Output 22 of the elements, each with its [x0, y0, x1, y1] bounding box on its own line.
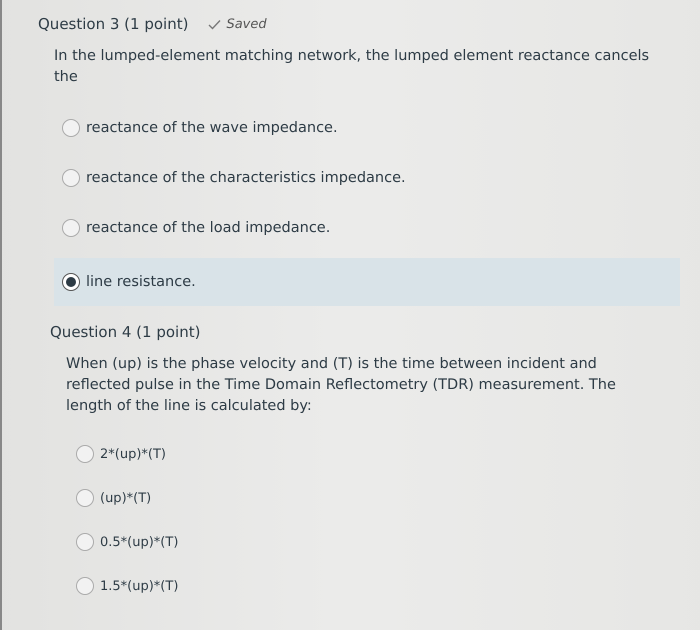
option-label[interactable]: reactance of the load impedance. [86, 220, 330, 236]
radio-button[interactable] [76, 445, 94, 463]
question-text: In the lumped-element matching network, the lumped element reactance cancels the [54, 47, 650, 87]
option-label[interactable]: 2*(up)*(T) [100, 446, 166, 462]
question-title: Question 4 (1 point) [50, 323, 200, 341]
question-title: Question 3 (1 point) [38, 15, 188, 33]
radio-button[interactable] [62, 219, 80, 237]
radio-button[interactable] [76, 577, 94, 595]
question-text: When (up) is the phase velocity and (T) is the time between incident and reflected pulse in the Time Domain Reflectometry (TDR) measurement. The length of the line is calculated by: [66, 355, 617, 416]
radio-button[interactable] [62, 169, 80, 187]
option-label[interactable]: line resistance. [86, 274, 196, 290]
radio-button[interactable] [76, 489, 94, 507]
check-icon [208, 18, 222, 30]
radio-button[interactable] [62, 119, 80, 137]
option-label[interactable]: reactance of the wave impedance. [86, 120, 338, 136]
option-label[interactable]: 1.5*(up)*(T) [100, 578, 178, 594]
option-label[interactable]: reactance of the characteristics impedance. [86, 170, 406, 186]
option-label[interactable]: (up)*(T) [100, 490, 152, 506]
radio-button[interactable] [62, 273, 80, 291]
saved-status: Saved [226, 16, 267, 32]
option-label[interactable]: 0.5*(up)*(T) [100, 534, 178, 550]
radio-button[interactable] [76, 533, 94, 551]
